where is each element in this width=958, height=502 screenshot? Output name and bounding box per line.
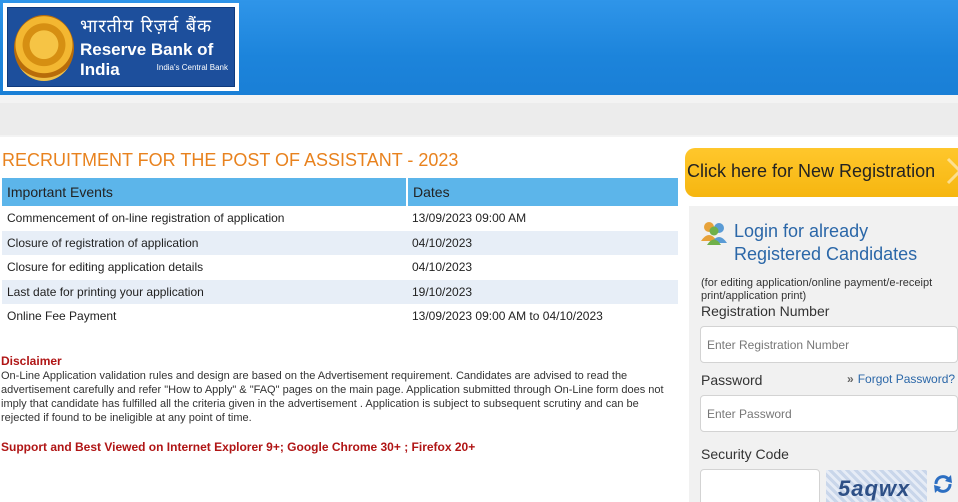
new-registration-label: Click here for New Registration [687,161,936,181]
browser-support-note: Support and Best Viewed on Internet Expl… [1,440,476,454]
table-row: Online Fee Payment 13/09/2023 09:00 AM t… [2,304,678,329]
registration-number-label: Registration Number [701,303,830,319]
disclaimer-text: On-Line Application validation rules and… [1,370,664,424]
login-title-line1: Login for already [734,221,869,241]
login-title-line2: Registered Candidates [734,244,918,264]
captcha-image: 5aqwx [826,470,927,502]
nav-band-inner [0,103,958,135]
date-cell: 13/09/2023 09:00 AM to 04/10/2023 [407,304,678,329]
date-cell: 04/10/2023 [407,230,678,255]
users-icon [701,222,727,245]
password-label: Password [701,372,763,388]
table-row: Commencement of on-line registration of … [2,206,678,231]
disclaimer-title: Disclaimer [1,354,62,368]
event-cell: Closure for editing application details [2,255,407,280]
date-cell: 19/10/2023 [407,279,678,304]
security-code-label: Security Code [701,446,789,462]
rbi-emblem-icon [14,15,74,81]
important-events-table: Important Events Dates Commencement of o… [2,178,678,329]
date-cell: 13/09/2023 09:00 AM [407,206,678,231]
table-row: Closure of registration of application 0… [2,230,678,255]
chevron-right-icon [946,157,958,185]
forgot-password-link[interactable]: » Forgot Password? [847,372,955,386]
login-title: Login for already Registered Candidates [734,220,917,266]
page-title: RECRUITMENT FOR THE POST OF ASSISTANT - … [2,150,459,170]
logo-english-name: Reserve Bank of India [80,40,214,79]
logo-hindi-name: भारतीय रिज़र्व बैंक [80,16,212,37]
table-header-row: Important Events Dates [2,178,678,206]
new-registration-button[interactable]: Click here for New Registration [685,148,958,197]
table-row: Closure for editing application details … [2,255,678,280]
registration-number-input[interactable] [700,326,958,363]
refresh-icon[interactable] [932,473,954,495]
logo-tagline: India's Central Bank [156,63,228,72]
security-code-input[interactable] [700,469,820,502]
event-cell: Online Fee Payment [2,304,407,329]
double-chevron-icon: » [847,372,854,386]
rbi-logo[interactable]: भारतीय रिज़र्व बैंक Reserve Bank of Indi… [3,3,239,91]
event-cell: Commencement of on-line registration of … [2,206,407,231]
header-dates: Dates [407,178,678,206]
date-cell: 04/10/2023 [407,255,678,280]
event-cell: Last date for printing your application [2,279,407,304]
site-header: भारतीय रिज़र्व बैंक Reserve Bank of Indi… [0,0,958,95]
event-cell: Closure of registration of application [2,230,407,255]
forgot-password-label: Forgot Password? [857,372,956,386]
table-row: Last date for printing your application … [2,279,678,304]
rbi-logo-panel: भारतीय रिज़र्व बैंक Reserve Bank of Indi… [7,7,235,87]
header-important-events: Important Events [2,178,408,206]
password-input[interactable] [700,395,958,432]
login-note: (for editing application/online payment/… [701,277,933,302]
